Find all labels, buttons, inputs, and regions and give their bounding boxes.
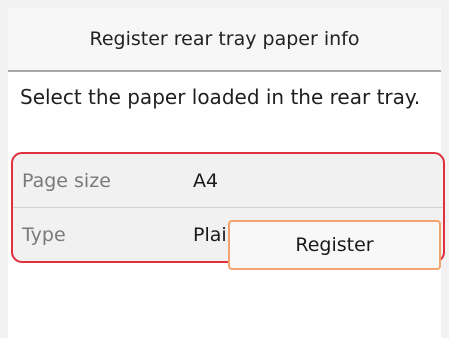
printer-screen: Register rear tray paper info Select the… [0,0,449,338]
screen-title-bar: Register rear tray paper info [8,8,441,72]
register-button[interactable]: Register [228,220,441,270]
content-area: Select the paper loaded in the rear tray… [8,72,445,338]
page-size-label: Page size [22,169,111,192]
instruction-text: Select the paper loaded in the rear tray… [20,85,421,109]
page-size-value: A4 [193,169,219,192]
page-size-row[interactable]: Page size A4 [13,154,443,208]
paper-type-label: Type [22,224,66,246]
screen-title: Register rear tray paper info [89,28,360,50]
